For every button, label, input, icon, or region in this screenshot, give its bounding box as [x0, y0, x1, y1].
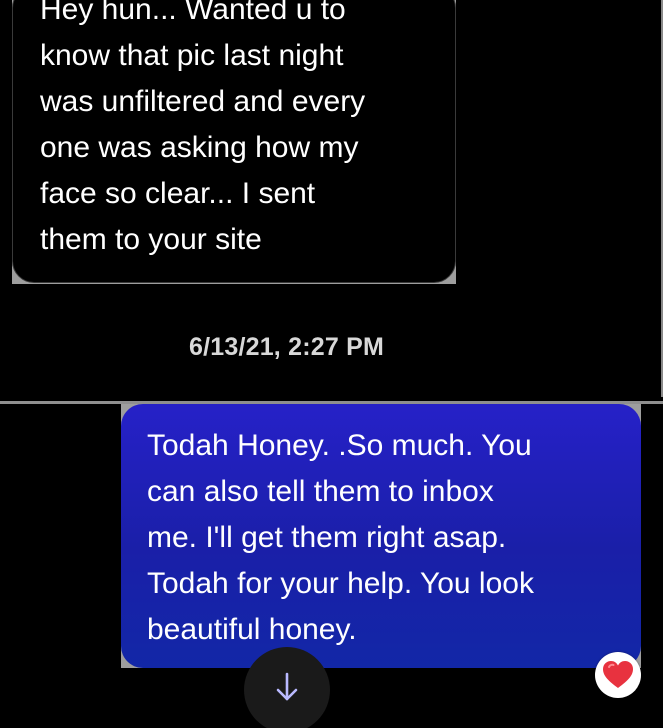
incoming-message-bubble[interactable]: Hey hun... Wanted u to know that pic las… [12, 0, 456, 283]
incoming-message-line: Hey hun... Wanted u to [40, 0, 346, 26]
incoming-message-line: them to your site [40, 223, 262, 256]
heart-icon [603, 661, 633, 688]
conversation-top-panel: Hey hun... Wanted u to know that pic las… [0, 0, 663, 397]
incoming-message-line: was unfiltered and every [40, 85, 366, 118]
incoming-message-line: know that pic last night [40, 39, 344, 72]
arrow-down-icon [276, 672, 298, 701]
conversation-bottom-panel: Todah Honey. .So much. You can also tell… [0, 401, 663, 728]
outgoing-message-bubble[interactable]: Todah Honey. .So much. You can also tell… [121, 404, 641, 668]
incoming-message-line: one was asking how my [40, 131, 359, 164]
outgoing-message-line: Todah Honey. .So much. You [147, 429, 532, 462]
outgoing-message-line: can also tell them to inbox [147, 475, 494, 508]
outgoing-message-line: beautiful honey. [147, 613, 357, 646]
outgoing-message-line: Todah for your help. You look [147, 567, 534, 600]
incoming-message-line: face so clear... I sent [40, 177, 316, 210]
message-timestamp: 6/13/21, 2:27 PM [189, 333, 384, 361]
scroll-to-bottom-button[interactable] [244, 647, 330, 728]
outgoing-message-line: me. I'll get them right asap. [147, 521, 507, 554]
heart-reaction[interactable] [595, 652, 641, 698]
